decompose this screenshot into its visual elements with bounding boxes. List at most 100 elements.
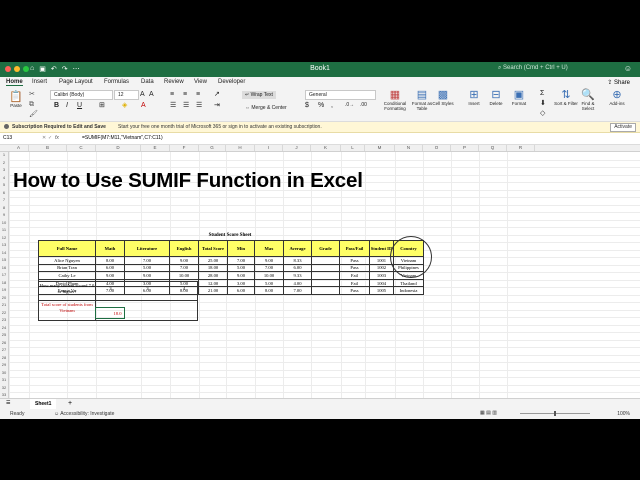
increase-decimal-icon[interactable]: .0→ xyxy=(345,101,354,110)
increase-font-icon[interactable]: A xyxy=(140,90,145,99)
name-box[interactable]: C13 xyxy=(3,135,39,141)
column-header[interactable]: G xyxy=(199,145,226,151)
autosum-icon[interactable]: Σ xyxy=(540,89,544,98)
paste-button[interactable]: 📋 Paste xyxy=(3,91,29,108)
tab-insert[interactable]: Insert xyxy=(32,79,47,85)
table-cell[interactable]: 25.00 xyxy=(198,256,228,265)
font-name-select[interactable]: Calibri (Body) xyxy=(50,90,113,100)
row-header[interactable]: 17 xyxy=(0,272,8,277)
search-box[interactable]: ⌕ Search (Cmd + Ctrl + U) xyxy=(498,65,568,72)
table-cell[interactable]: Pass xyxy=(339,263,370,273)
column-header[interactable]: K xyxy=(311,145,341,151)
zoom-level[interactable]: 100% xyxy=(617,411,630,417)
tab-developer[interactable]: Developer xyxy=(218,79,245,85)
row-header[interactable]: 6 xyxy=(0,190,8,195)
tab-page-layout[interactable]: Page Layout xyxy=(59,79,93,85)
table-cell[interactable]: 9.00 xyxy=(95,271,125,280)
table-cell[interactable]: 18.00 xyxy=(198,263,228,273)
formula-input[interactable]: =SUMIF(M7:M11,"Vietnam",C7:C11) xyxy=(82,135,163,141)
table-cell[interactable]: 7.00 xyxy=(124,256,170,265)
row-header[interactable]: 21 xyxy=(0,302,8,307)
fill-color-icon[interactable]: ◈ xyxy=(122,101,127,110)
table-cell[interactable] xyxy=(311,286,340,295)
row-header[interactable]: 27 xyxy=(0,347,8,352)
answer-math-count[interactable]: 3 xyxy=(98,286,123,291)
header-cell[interactable]: Total Score xyxy=(198,240,228,257)
table-cell[interactable] xyxy=(311,271,340,280)
align-center-icon[interactable]: ☰ xyxy=(183,101,189,110)
column-header[interactable]: A xyxy=(9,145,29,151)
question-vietnam-total[interactable]: Total score of students from Vietnam xyxy=(38,302,96,314)
table-cell[interactable]: 8.33 xyxy=(283,256,312,265)
table-cell[interactable] xyxy=(311,263,340,273)
row-header[interactable]: 1 xyxy=(0,152,8,157)
table-cell[interactable]: 9.00 xyxy=(169,256,199,265)
table-cell[interactable]: 5.00 xyxy=(227,263,255,273)
row-header[interactable]: 23 xyxy=(0,317,8,322)
font-size-select[interactable]: 12 xyxy=(114,90,139,100)
table-cell[interactable]: 6.00 xyxy=(227,286,255,295)
table-cell[interactable]: 6.00 xyxy=(283,263,312,273)
row-header[interactable]: 10 xyxy=(0,220,8,225)
tab-formulas[interactable]: Formulas xyxy=(104,79,129,85)
align-middle-icon[interactable]: ≡ xyxy=(183,90,187,99)
add-sheet-icon[interactable]: + xyxy=(68,400,72,407)
table-cell[interactable]: 10.00 xyxy=(169,271,199,280)
table-cell[interactable]: 9.33 xyxy=(283,271,312,280)
person-icon[interactable]: ☺ xyxy=(624,64,632,73)
row-header[interactable]: 2 xyxy=(0,160,8,165)
header-cell[interactable]: English xyxy=(169,240,199,257)
table-cell[interactable]: 28.00 xyxy=(198,271,228,280)
copy-icon[interactable]: ⧉ xyxy=(29,100,34,109)
row-header[interactable]: 12 xyxy=(0,235,8,240)
column-header[interactable]: O xyxy=(423,145,451,151)
column-header[interactable]: E xyxy=(141,145,170,151)
worksheet-grid[interactable]: ABCDEFGHIJKLMNOPQR 1 2 3 4 5 6 7 8 9 10 11 12 13 14 15… xyxy=(0,145,640,401)
header-cell[interactable]: Average xyxy=(283,240,312,257)
row-header[interactable]: 28 xyxy=(0,355,8,360)
table-cell[interactable] xyxy=(311,256,340,265)
row-header[interactable]: 5 xyxy=(0,182,8,187)
row-header[interactable]: 4 xyxy=(0,175,8,180)
header-cell[interactable]: Literature xyxy=(124,240,170,257)
row-header[interactable]: 9 xyxy=(0,212,8,217)
answer-vietnam-total[interactable]: 18.0 xyxy=(110,311,125,316)
table-cell[interactable]: Thailand xyxy=(393,278,424,288)
tab-review[interactable]: Review xyxy=(164,79,184,85)
column-header[interactable]: R xyxy=(507,145,535,151)
header-cell[interactable]: Grade xyxy=(311,240,340,257)
column-header[interactable]: I xyxy=(255,145,283,151)
table-cell[interactable]: Pass xyxy=(339,256,370,265)
row-header[interactable]: 3 xyxy=(0,167,8,172)
font-color-icon[interactable]: A xyxy=(141,101,146,110)
column-header[interactable]: F xyxy=(170,145,199,151)
table-cell[interactable]: 6.00 xyxy=(95,263,125,273)
tab-view[interactable]: View xyxy=(194,79,207,85)
row-header[interactable]: 8 xyxy=(0,205,8,210)
table-cell[interactable]: 1003 xyxy=(369,271,394,280)
table-cell[interactable]: 10.00 xyxy=(254,271,284,280)
clear-icon[interactable]: ◇ xyxy=(540,109,545,118)
row-header[interactable]: 7 xyxy=(0,197,8,202)
column-header[interactable]: B xyxy=(29,145,67,151)
addins-button[interactable]: ⊕ Add-ins xyxy=(604,89,630,106)
row-header[interactable]: 29 xyxy=(0,362,8,367)
row-header[interactable]: 14 xyxy=(0,250,8,255)
cancel-icon[interactable]: ✕ xyxy=(42,135,46,141)
zoom-slider[interactable] xyxy=(520,411,590,416)
row-header[interactable]: 32 xyxy=(0,385,8,390)
cut-icon[interactable]: ✂ xyxy=(29,90,35,99)
conditional-formatting-button[interactable]: ▦ Conditional Formatting xyxy=(382,89,408,111)
align-right-icon[interactable]: ☰ xyxy=(196,101,202,110)
bold-icon[interactable]: B xyxy=(54,101,59,110)
table-cell[interactable]: Alice Nguyen xyxy=(38,256,96,265)
row-header[interactable]: 11 xyxy=(0,227,8,232)
tab-home[interactable]: Home xyxy=(6,79,23,86)
row-header[interactable]: 22 xyxy=(0,310,8,315)
wrap-text-button[interactable]: ↵ Wrap Text xyxy=(242,91,276,99)
align-left-icon[interactable]: ☰ xyxy=(170,101,176,110)
row-header[interactable]: 16 xyxy=(0,265,8,270)
row-header[interactable]: 33 xyxy=(0,392,8,397)
answer-english-count[interactable]: 4 xyxy=(170,286,198,291)
row-header[interactable]: 25 xyxy=(0,332,8,337)
